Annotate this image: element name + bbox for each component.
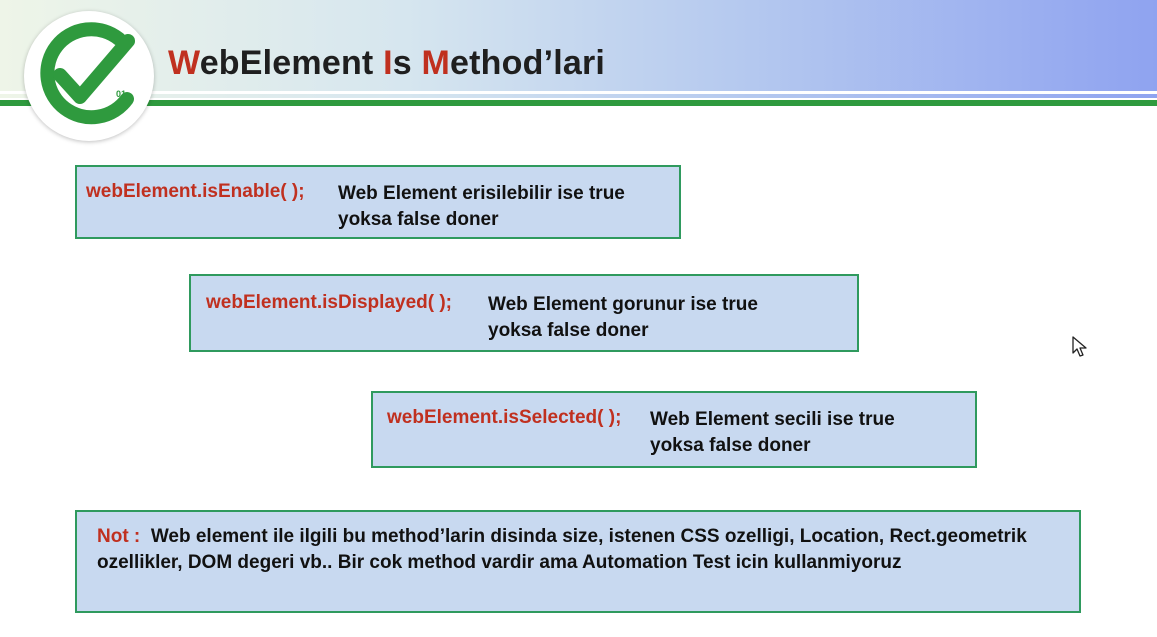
- title-text-methodlari: ethod’lari: [450, 44, 606, 82]
- method-description-line1: Web Element secili ise true: [650, 409, 895, 430]
- method-box-isselected: webElement.isSelected( ); Web Element se…: [371, 391, 977, 468]
- method-description: Web Element erisilebilir ise true yoksa …: [338, 181, 625, 233]
- header-divider-green: [0, 100, 1157, 106]
- note-paragraph: Not : Web element ile ilgili bu method’l…: [97, 524, 1057, 576]
- header-divider-white: [0, 91, 1157, 94]
- title-letter-i: I: [383, 44, 393, 82]
- method-box-isenable: webElement.isEnable( ); Web Element eris…: [75, 165, 681, 239]
- method-description-line1: Web Element gorunur ise true: [488, 294, 758, 315]
- check-icon: 01: [40, 22, 135, 125]
- title-text-s: s: [392, 44, 422, 82]
- method-code: webElement.isEnable( );: [86, 181, 305, 202]
- method-box-isdisplayed: webElement.isDisplayed( ); Web Element g…: [189, 274, 859, 352]
- method-description-line2: yoksa false doner: [650, 435, 811, 456]
- note-label: Not :: [97, 526, 141, 547]
- method-description: Web Element gorunur ise true yoksa false…: [488, 292, 758, 344]
- page-title: WebElement Is Method’lari: [168, 44, 605, 83]
- method-description-line2: yoksa false doner: [488, 320, 649, 341]
- method-description: Web Element secili ise true yoksa false …: [650, 407, 895, 459]
- method-description-line1: Web Element erisilebilir ise true: [338, 183, 625, 204]
- method-description-line2: yoksa false doner: [338, 209, 499, 230]
- note-text: Web element ile ilgili bu method’larin d…: [97, 526, 1027, 573]
- title-text-webelement: ebElement: [199, 44, 384, 82]
- method-code: webElement.isSelected( );: [387, 407, 622, 428]
- title-letter-m: M: [421, 44, 451, 82]
- method-code: webElement.isDisplayed( );: [206, 292, 453, 313]
- title-letter-w: W: [168, 44, 200, 82]
- mouse-pointer-icon: [1072, 336, 1088, 363]
- logo: 01: [24, 11, 154, 141]
- note-box: Not : Web element ile ilgili bu method’l…: [75, 510, 1081, 613]
- logo-binary-text: 01: [116, 89, 126, 99]
